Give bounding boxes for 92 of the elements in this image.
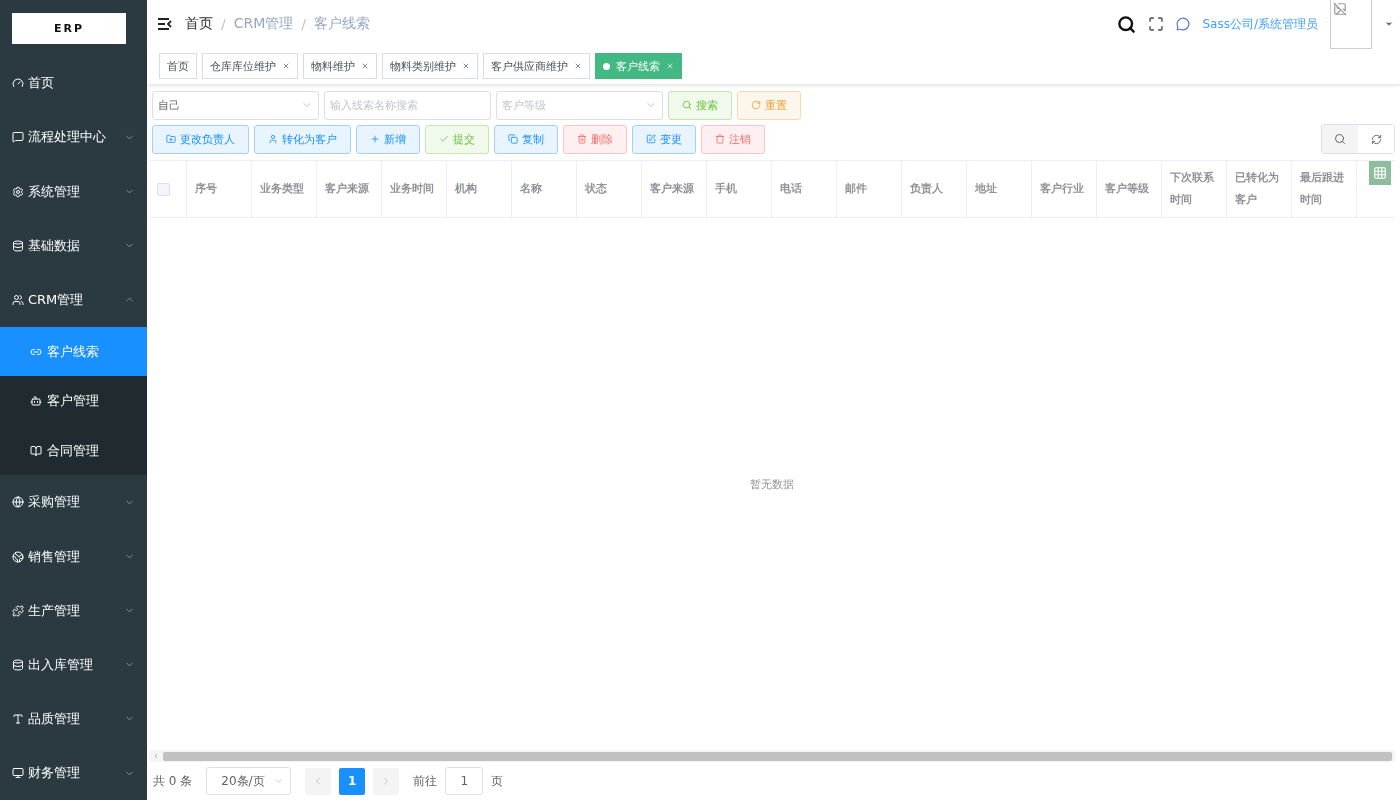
breadcrumb-item: 客户线索 — [314, 15, 371, 33]
edit-icon — [646, 134, 656, 144]
empty-message: 暂无数据 — [750, 476, 794, 492]
search-toggle-button[interactable] — [1322, 125, 1358, 153]
plus-icon — [370, 134, 380, 144]
close-icon[interactable] — [574, 62, 582, 70]
select-all-checkbox[interactable] — [157, 182, 170, 196]
horizontal-scrollbar[interactable] — [149, 750, 1395, 762]
chevron-down-icon — [274, 776, 285, 786]
total-count: 共 0 条 — [153, 772, 193, 790]
gear-icon — [12, 185, 24, 198]
text-icon — [12, 712, 24, 725]
search-icon[interactable] — [1117, 14, 1137, 34]
grid-icon — [1373, 166, 1387, 180]
close-icon[interactable] — [282, 62, 290, 70]
submenu-item[interactable]: 客户管理 — [0, 376, 147, 426]
chevron-left-icon[interactable] — [152, 752, 160, 760]
tab[interactable]: 物料类别维护 — [382, 53, 478, 79]
page-input[interactable]: 1 — [445, 767, 484, 795]
book-icon — [30, 444, 42, 457]
menu-item[interactable]: 销售管理 — [0, 529, 147, 584]
database-icon — [12, 239, 24, 252]
earth-icon — [12, 550, 24, 563]
menu-item[interactable]: 首页 — [0, 56, 147, 111]
search-icon — [682, 100, 692, 110]
menu-item[interactable]: 出入库管理 — [0, 637, 147, 692]
database-icon — [12, 658, 24, 671]
column-header: 负责人 — [902, 161, 967, 217]
page-size-select[interactable]: 20条/页 — [206, 767, 292, 795]
tab[interactable]: 仓库库位维护 — [202, 53, 298, 79]
refresh-icon — [751, 100, 761, 110]
menu-fold-icon[interactable] — [157, 17, 173, 31]
column-settings-button[interactable] — [1369, 161, 1391, 185]
puzzle-icon — [12, 604, 24, 617]
menu-item[interactable]: 系统管理 — [0, 164, 147, 219]
breadcrumb-separator: / — [221, 16, 226, 32]
column-header: 电话 — [772, 161, 837, 217]
globe-icon — [12, 496, 24, 509]
page-suffix: 页 — [491, 772, 504, 790]
menu-item[interactable]: 流程处理中心 — [0, 110, 147, 165]
menu-item[interactable]: 采购管理 — [0, 475, 147, 530]
column-header: 已转化为客户 — [1227, 161, 1292, 217]
active-dot — [603, 62, 610, 70]
submenu-item[interactable]: 合同管理 — [0, 425, 147, 476]
chat-icon — [12, 131, 24, 144]
logo: ERP — [12, 13, 126, 45]
breadcrumb-separator: / — [301, 16, 307, 32]
column-header: 状态 — [577, 161, 642, 217]
menu-item[interactable]: 基础数据 — [0, 218, 147, 273]
column-header: 机构 — [447, 161, 512, 217]
search-icon — [1334, 133, 1346, 145]
column-header: 客户行业 — [1032, 161, 1097, 217]
close-icon[interactable] — [462, 62, 470, 70]
folder-icon — [166, 134, 176, 144]
broken-image-icon — [1333, 2, 1347, 16]
trash-icon — [577, 134, 587, 144]
copy-icon — [508, 134, 518, 144]
menu-item[interactable]: CRM管理 — [0, 272, 147, 327]
user-icon — [268, 134, 278, 144]
fullscreen-icon[interactable] — [1148, 16, 1165, 32]
close-icon[interactable] — [361, 62, 369, 70]
breadcrumb-item[interactable]: 首页 — [185, 15, 213, 33]
caret-icon[interactable] — [1384, 19, 1394, 29]
avatar[interactable] — [1330, 0, 1372, 49]
tab[interactable]: 客户供应商维护 — [483, 53, 590, 79]
chat-icon[interactable] — [1176, 17, 1191, 31]
menu-item[interactable]: 生产管理 — [0, 583, 147, 638]
column-header: 最后跟进时间 — [1292, 161, 1357, 217]
column-header: 邮件 — [837, 161, 902, 217]
tab[interactable]: 物料维护 — [303, 53, 377, 79]
column-header: 客户等级 — [1097, 161, 1162, 217]
column-header: 业务类型 — [252, 161, 317, 217]
monitor-icon — [12, 767, 24, 779]
column-header: 手机 — [707, 161, 772, 217]
column-header: 下次联系时间 — [1162, 161, 1227, 217]
robot-icon — [30, 395, 42, 408]
goto-label: 前往 — [413, 772, 438, 790]
trash-icon — [715, 134, 725, 144]
owner-select[interactable]: 自己 — [152, 90, 319, 120]
menu-item[interactable]: 品质管理 — [0, 691, 147, 746]
check-icon — [439, 134, 449, 144]
refresh-icon — [1370, 133, 1382, 145]
tab[interactable]: 首页 — [159, 53, 197, 79]
column-header: 名称 — [512, 161, 577, 217]
column-header: 地址 — [967, 161, 1032, 217]
gauge-icon — [12, 77, 24, 90]
column-header: 业务时间 — [382, 161, 447, 217]
column-header: 客户来源 — [642, 161, 707, 217]
users-icon — [12, 293, 24, 306]
menu-item[interactable]: 财务管理 — [0, 745, 147, 800]
column-header: 客户来源 — [317, 161, 382, 217]
column-header: 序号 — [187, 161, 252, 217]
